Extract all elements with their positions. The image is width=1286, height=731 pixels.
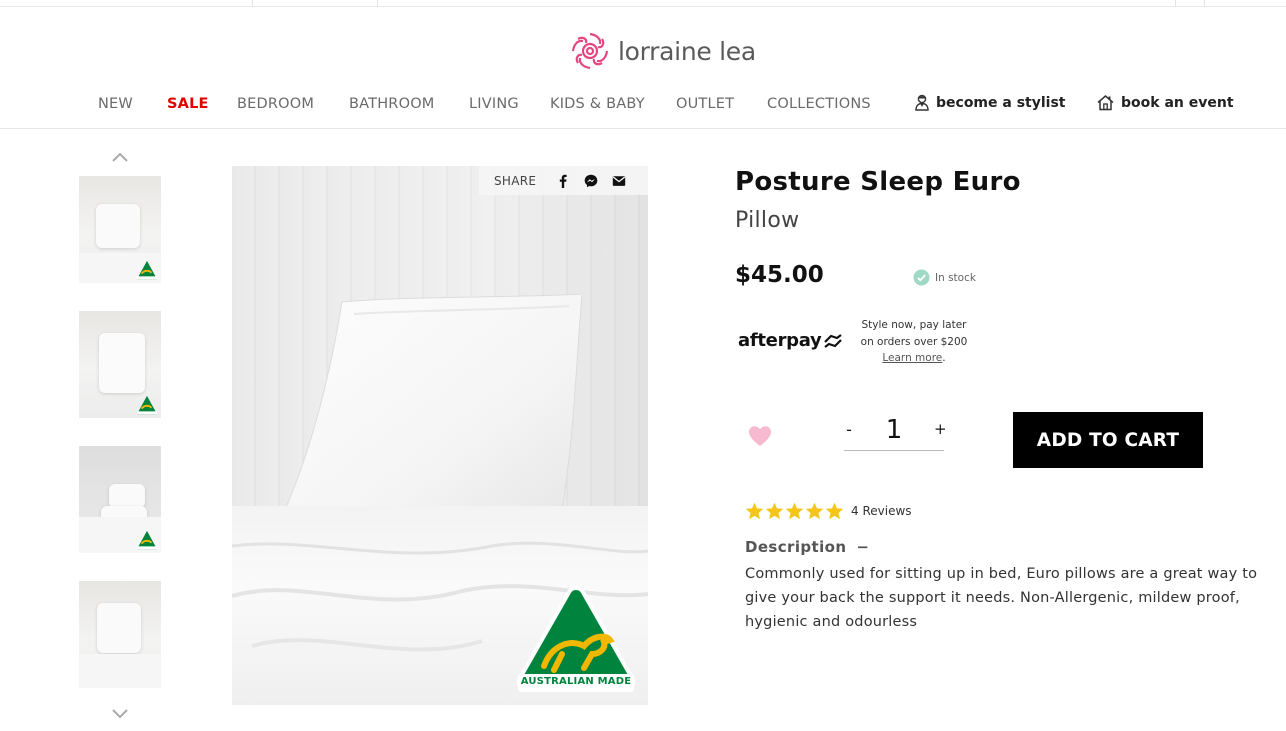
- nav-item-sale[interactable]: SALE: [167, 96, 209, 112]
- decrease-quantity-button[interactable]: -: [844, 420, 854, 439]
- add-to-cart-button[interactable]: ADD TO CART: [1013, 412, 1203, 468]
- thumbnail-pillow: [97, 603, 141, 653]
- strip-divider: [1175, 0, 1176, 7]
- header-divider: [0, 128, 1286, 129]
- quantity-input[interactable]: [874, 414, 914, 446]
- share-bar: SHARE: [479, 166, 648, 195]
- become-stylist-label: become a stylist: [936, 94, 1066, 111]
- product-title: Posture Sleep Euro: [735, 167, 1021, 197]
- australian-made-icon: [137, 530, 157, 550]
- nav-item-collections[interactable]: COLLECTIONS: [767, 96, 871, 112]
- australian-made-icon: [137, 395, 157, 415]
- strip-divider: [377, 0, 378, 7]
- nav-item-living[interactable]: LIVING: [469, 96, 519, 112]
- collapse-icon: −: [856, 538, 870, 556]
- star-icon: [765, 502, 784, 520]
- peony-logo-icon: [571, 32, 609, 70]
- star-icon: [805, 502, 824, 520]
- thumbnail-pillow: [96, 204, 140, 248]
- afterpay-logo: afterpay: [738, 330, 844, 351]
- stylist-person-icon: [915, 94, 929, 111]
- nav-item-kids-baby[interactable]: KIDS & BABY: [550, 96, 645, 112]
- main-nav: NEW SALE BEDROOM BATHROOM LIVING KIDS & …: [0, 94, 1286, 116]
- book-event-link[interactable]: book an event: [1096, 94, 1234, 111]
- afterpay-line-2: on orders over $200: [860, 335, 968, 348]
- wishlist-heart-icon[interactable]: [748, 425, 772, 447]
- learn-more-link[interactable]: Learn more: [882, 352, 942, 364]
- thumbnail-3[interactable]: [79, 446, 161, 553]
- quantity-stepper: - +: [844, 412, 947, 451]
- rating-summary[interactable]: 4 Reviews: [745, 502, 912, 520]
- nav-item-bedroom[interactable]: BEDROOM: [237, 96, 314, 112]
- australian-made-label: AUSTRALIAN MADE: [520, 676, 632, 687]
- become-stylist-link[interactable]: become a stylist: [914, 94, 1066, 111]
- stock-status: In stock: [913, 269, 976, 286]
- learn-more-period: .: [942, 352, 946, 364]
- nav-item-new[interactable]: NEW: [98, 96, 133, 112]
- chevron-down-icon[interactable]: [111, 707, 129, 721]
- afterpay-learn-row: Learn more.: [850, 350, 978, 367]
- product-price: $45.00: [735, 262, 824, 288]
- email-icon[interactable]: [612, 174, 626, 188]
- book-event-label: book an event: [1121, 94, 1234, 111]
- main-product-image[interactable]: AUSTRALIAN MADE: [232, 166, 648, 705]
- increase-quantity-button[interactable]: +: [934, 420, 947, 438]
- star-icon: [785, 502, 804, 520]
- messenger-icon[interactable]: [584, 174, 598, 188]
- review-count[interactable]: 4 Reviews: [851, 504, 912, 518]
- brand-name: lorraine lea: [618, 36, 756, 66]
- afterpay-info: Style now, pay later on orders over $200…: [850, 317, 978, 367]
- stock-label: In stock: [935, 271, 976, 284]
- star-icon: [745, 502, 764, 520]
- thumbnail-2[interactable]: [79, 311, 161, 418]
- thumbnail-sheet: [79, 654, 161, 688]
- description-heading: Description: [745, 538, 847, 556]
- strip-divider: [1204, 0, 1205, 7]
- chevron-up-icon[interactable]: [111, 150, 129, 164]
- nav-item-bathroom[interactable]: BATHROOM: [349, 96, 435, 112]
- thumbnail-pillow: [109, 484, 145, 508]
- share-label: SHARE: [494, 173, 537, 188]
- home-icon: [1097, 95, 1114, 111]
- brand-logo[interactable]: lorraine lea: [570, 31, 756, 71]
- afterpay-wordmark: afterpay: [738, 330, 822, 351]
- top-utility-strip: [0, 0, 1286, 7]
- afterpay-line-1: Style now, pay later: [861, 319, 967, 331]
- description-text: Commonly used for sitting up in bed, Eur…: [745, 566, 1258, 630]
- afterpay-arrows-icon: [824, 333, 843, 348]
- euro-pillow-image: [284, 294, 582, 525]
- australian-made-icon: [137, 260, 157, 280]
- description-toggle[interactable]: Description −: [745, 538, 869, 556]
- strip-divider: [252, 0, 253, 7]
- thumbnail-1[interactable]: [79, 176, 161, 283]
- star-icon: [825, 502, 844, 520]
- thumbnail-4[interactable]: [79, 581, 161, 688]
- check-circle-icon: [913, 269, 930, 286]
- nav-item-outlet[interactable]: OUTLET: [676, 96, 734, 112]
- facebook-icon[interactable]: [556, 174, 570, 188]
- product-subtitle: Pillow: [735, 208, 800, 233]
- thumbnail-pillow: [99, 333, 145, 393]
